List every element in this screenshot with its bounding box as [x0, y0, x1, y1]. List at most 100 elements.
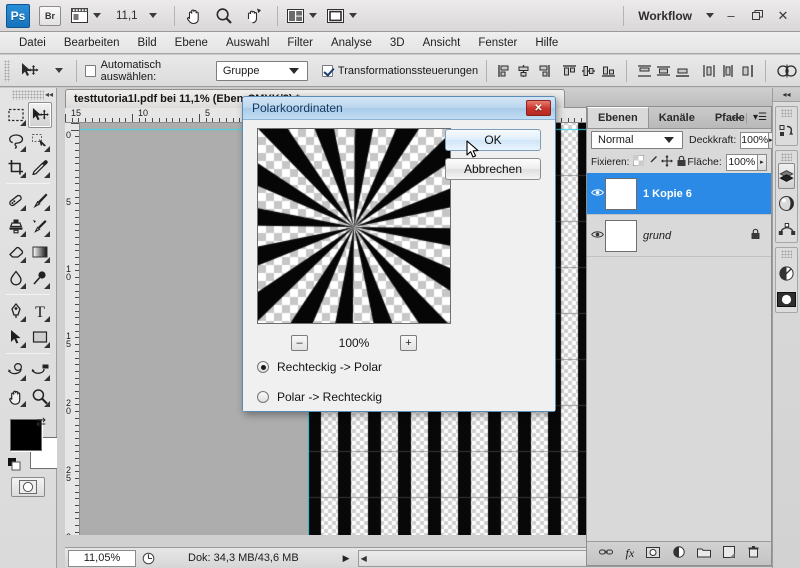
- panel-icon-adjustments[interactable]: [776, 260, 797, 286]
- distribute-vertical-centers-button[interactable]: [655, 61, 672, 81]
- fill-stepper[interactable]: ▸: [757, 153, 767, 171]
- table-row[interactable]: grund: [587, 215, 771, 257]
- menu-auswahl[interactable]: Auswahl: [217, 35, 278, 51]
- tool-quick-selection[interactable]: [28, 128, 52, 154]
- layer-styles-icon[interactable]: fx: [625, 546, 634, 561]
- screen-mode-button[interactable]: [326, 5, 358, 27]
- launch-bridge-button[interactable]: Br: [38, 5, 62, 27]
- panel-icon-layers[interactable]: [778, 163, 795, 189]
- align-bottom-edges-button[interactable]: [600, 61, 617, 81]
- option-polar-to-rect[interactable]: Polar -> Rechteckig: [257, 390, 382, 404]
- distribute-bottom-edges-button[interactable]: [674, 61, 691, 81]
- menu-hilfe[interactable]: Hilfe: [526, 35, 567, 51]
- layer-visibility-icon[interactable]: [591, 230, 605, 242]
- tools-collapse-icon[interactable]: ◂◂: [45, 90, 53, 99]
- tool-clone-stamp[interactable]: [4, 213, 28, 239]
- tool-gradient[interactable]: [28, 239, 52, 265]
- tool-dodge[interactable]: [28, 265, 52, 291]
- tool-marquee[interactable]: [4, 102, 28, 128]
- menu-3d[interactable]: 3D: [381, 35, 414, 51]
- hand-tool-button[interactable]: [183, 5, 205, 27]
- arrange-documents-button[interactable]: [286, 5, 318, 27]
- new-layer-icon[interactable]: [723, 546, 736, 561]
- scroll-left-arrow[interactable]: ◀: [361, 554, 367, 563]
- menu-ebene[interactable]: Ebene: [166, 35, 217, 51]
- zoom-tool-button[interactable]: [213, 5, 235, 27]
- tool-eyedropper[interactable]: [28, 154, 52, 180]
- layer-visibility-icon[interactable]: [591, 188, 605, 200]
- tool-brush[interactable]: [28, 187, 52, 213]
- align-top-edges-button[interactable]: [561, 61, 578, 81]
- delete-layer-icon[interactable]: [748, 546, 759, 561]
- radio-rect-to-polar[interactable]: [257, 361, 269, 373]
- panel-icon-paths[interactable]: [776, 216, 797, 242]
- align-horizontal-centers-button[interactable]: [515, 61, 532, 81]
- layer-mask-icon[interactable]: [646, 546, 661, 561]
- tool-3d-object-rotate[interactable]: [4, 357, 28, 383]
- auto-select-checkbox[interactable]: [84, 64, 96, 77]
- option-rect-to-polar[interactable]: Rechteckig -> Polar: [257, 360, 382, 374]
- lock-position-icon[interactable]: [661, 154, 674, 170]
- transform-controls-checkbox[interactable]: [321, 64, 333, 77]
- restore-button[interactable]: [744, 3, 770, 29]
- rotate-view-button[interactable]: [243, 5, 265, 27]
- tool-lasso[interactable]: [4, 128, 28, 154]
- panel-grip[interactable]: [781, 250, 792, 258]
- tab-kanaele[interactable]: Kanäle: [649, 107, 705, 128]
- dialog-close-button[interactable]: ✕: [526, 100, 551, 116]
- minimize-button[interactable]: –: [718, 3, 744, 29]
- adjustment-layer-icon[interactable]: [673, 546, 685, 561]
- distribute-right-edges-button[interactable]: [739, 61, 756, 81]
- radio-polar-to-rect[interactable]: [257, 391, 269, 403]
- tool-crop[interactable]: [4, 154, 28, 180]
- tool-path-selection[interactable]: [4, 324, 28, 350]
- options-bar-grip[interactable]: [4, 59, 11, 82]
- tool-type[interactable]: T: [28, 298, 52, 324]
- dialog-titlebar[interactable]: Polarkoordinaten ✕: [243, 97, 555, 120]
- tab-ebenen[interactable]: Ebenen: [587, 107, 649, 128]
- mini-bridge-button[interactable]: [70, 5, 102, 27]
- table-row[interactable]: 1 Kopie 6: [587, 173, 771, 215]
- distribute-horizontal-centers-button[interactable]: [720, 61, 737, 81]
- tool-hand[interactable]: [4, 383, 28, 409]
- opacity-value[interactable]: 100%: [740, 131, 770, 149]
- panel-grip[interactable]: [781, 109, 792, 117]
- menu-bild[interactable]: Bild: [128, 35, 165, 51]
- distribute-top-edges-button[interactable]: [636, 61, 653, 81]
- blend-mode-dropdown[interactable]: Normal: [591, 131, 683, 149]
- default-colors-icon[interactable]: [8, 458, 21, 471]
- quick-mask-button[interactable]: [11, 477, 45, 497]
- distribute-left-edges-button[interactable]: [701, 61, 718, 81]
- preview-zoom-out-button[interactable]: –: [291, 335, 308, 351]
- menu-bearbeiten[interactable]: Bearbeiten: [55, 35, 129, 51]
- lock-transparency-icon[interactable]: [632, 154, 645, 169]
- link-layers-icon[interactable]: [599, 547, 614, 560]
- tool-blur[interactable]: [4, 265, 28, 291]
- workspace-dropdown[interactable]: [696, 5, 718, 27]
- lock-all-icon[interactable]: [676, 155, 687, 170]
- panel-grip[interactable]: [781, 153, 792, 161]
- tool-eraser[interactable]: [4, 239, 28, 265]
- panel-collapse-icon[interactable]: ▸▸: [732, 113, 740, 122]
- auto-select-scope-dropdown[interactable]: Gruppe: [215, 60, 308, 81]
- preview-canvas[interactable]: [258, 129, 450, 323]
- current-tool-icon[interactable]: [16, 59, 43, 83]
- menu-filter[interactable]: Filter: [278, 35, 322, 51]
- swap-colors-icon[interactable]: ⇄: [36, 415, 46, 429]
- menu-fenster[interactable]: Fenster: [469, 35, 526, 51]
- panel-icon-color[interactable]: [776, 190, 797, 216]
- tools-panel-grip[interactable]: [12, 90, 44, 100]
- tool-healing-brush[interactable]: [4, 187, 28, 213]
- tool-move[interactable]: [28, 102, 52, 128]
- dock-collapse-icon[interactable]: ◂◂: [773, 88, 800, 102]
- menu-datei[interactable]: Datei: [10, 35, 55, 51]
- view-zoom-dropdown[interactable]: [140, 5, 162, 27]
- tool-preset-dropdown[interactable]: [46, 60, 68, 82]
- new-group-icon[interactable]: [697, 547, 712, 561]
- preview-zoom-in-button[interactable]: +: [400, 335, 417, 351]
- align-vertical-centers-button[interactable]: [580, 61, 597, 81]
- panel-icon-history[interactable]: [776, 119, 797, 145]
- ok-button[interactable]: OK: [445, 129, 541, 151]
- auto-align-layers-button[interactable]: [775, 61, 799, 81]
- lock-image-icon[interactable]: [647, 155, 658, 169]
